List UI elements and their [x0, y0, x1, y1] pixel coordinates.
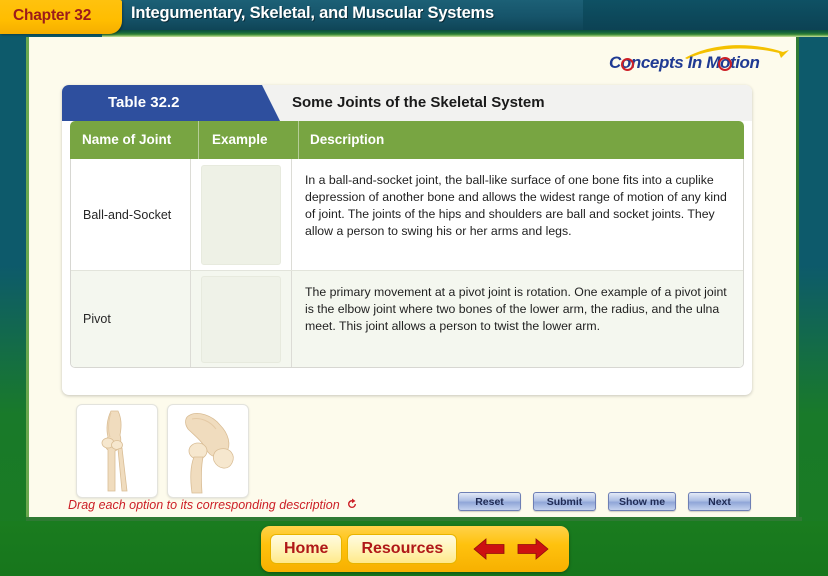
- concepts-in-motion-logo: Concepts In Motion: [609, 44, 795, 76]
- reset-button[interactable]: Reset: [458, 492, 521, 511]
- column-header-name: Name of Joint: [82, 132, 172, 147]
- table-banner: Table 32.2 Some Joints of the Skeletal S…: [62, 85, 752, 121]
- chapter-tab-label: Chapter 32: [13, 7, 92, 24]
- joint-name-cell: Ball-and-Socket: [71, 159, 191, 270]
- arrow-right-icon[interactable]: [516, 536, 550, 562]
- lesson-stage: Integumentary, Skeletal, and Muscular Sy…: [0, 0, 828, 576]
- table-header-row: Name of Joint Example Description: [70, 121, 744, 159]
- hip-joint-image[interactable]: [167, 404, 249, 498]
- bottom-nav-panel: Home Resources: [261, 526, 569, 572]
- nav-arrow-group: [472, 536, 550, 562]
- header-bar-right: [583, 0, 828, 30]
- page-title: Integumentary, Skeletal, and Muscular Sy…: [131, 4, 494, 22]
- instruction-text: Drag each option to its corresponding de…: [68, 498, 358, 513]
- description-cell: In a ball-and-socket joint, the ball-lik…: [305, 173, 727, 238]
- submit-button[interactable]: Submit: [533, 492, 596, 511]
- show-me-button[interactable]: Show me: [608, 492, 676, 511]
- table-row: Pivot The primary movement at a pivot jo…: [71, 270, 743, 367]
- joints-table-card: Table 32.2 Some Joints of the Skeletal S…: [62, 85, 752, 395]
- logo-o-circle-one: [621, 58, 634, 71]
- logo-o-circle-two: [718, 57, 732, 71]
- draggable-options: [76, 404, 249, 498]
- column-header-description: Description: [310, 132, 385, 147]
- joint-name-cell: Pivot: [71, 271, 191, 367]
- arrow-left-icon[interactable]: [472, 536, 506, 562]
- action-buttons: Reset Submit Show me Next: [458, 492, 751, 511]
- example-cell: [191, 271, 292, 367]
- replay-icon[interactable]: [346, 498, 358, 513]
- chapter-tab: Chapter 32: [0, 0, 122, 34]
- example-dropzone[interactable]: [201, 164, 281, 265]
- next-button[interactable]: Next: [688, 492, 751, 511]
- example-cell: [191, 159, 292, 270]
- instruction-label: Drag each option to its corresponding de…: [68, 498, 340, 512]
- table-body: Ball-and-Socket In a ball-and-socket joi…: [70, 159, 744, 368]
- column-header-example: Example: [212, 132, 268, 147]
- table-number-label: Table 32.2: [108, 94, 180, 111]
- description-cell: The primary movement at a pivot joint is…: [305, 285, 727, 333]
- resources-button[interactable]: Resources: [347, 534, 458, 564]
- header-divider: [102, 30, 828, 37]
- example-dropzone[interactable]: [201, 275, 281, 363]
- home-button[interactable]: Home: [270, 534, 343, 564]
- elbow-joint-image[interactable]: [76, 404, 158, 498]
- table-title: Some Joints of the Skeletal System: [292, 94, 545, 111]
- header-separator-two: [298, 121, 299, 159]
- header-separator-one: [198, 121, 199, 159]
- table-row: Ball-and-Socket In a ball-and-socket joi…: [71, 159, 743, 270]
